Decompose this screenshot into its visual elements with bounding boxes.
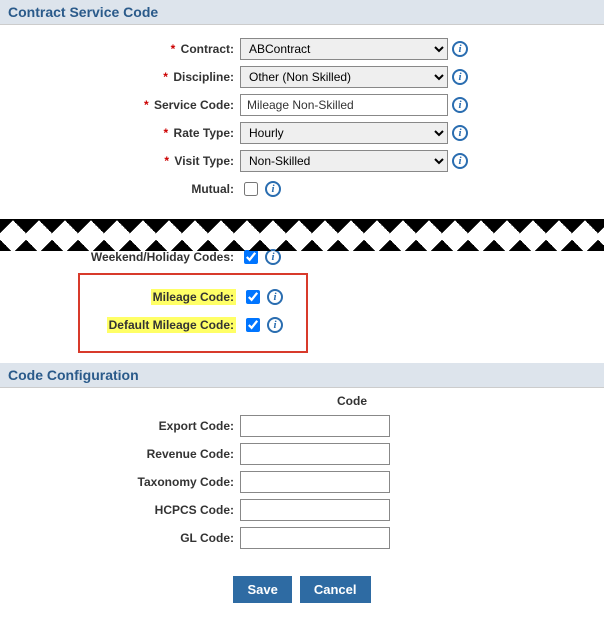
service-code-display: Mileage Non-Skilled	[240, 94, 448, 116]
row-export-code: Export Code:	[0, 414, 604, 438]
label-visit-type: * Visit Type:	[0, 154, 240, 168]
row-discipline: * Discipline: Other (Non Skilled) i	[0, 65, 604, 89]
row-gl-code: GL Code:	[0, 526, 604, 550]
label-export-code: Export Code:	[0, 419, 240, 433]
label-contract: * Contract:	[0, 42, 240, 56]
info-icon[interactable]: i	[452, 97, 468, 113]
info-icon[interactable]: i	[267, 317, 283, 333]
info-icon[interactable]: i	[265, 249, 281, 265]
section-header-contract-service-code: Contract Service Code	[0, 0, 604, 25]
row-service-code: * Service Code: Mileage Non-Skilled i	[0, 93, 604, 117]
contract-select[interactable]: ABContract	[240, 38, 448, 60]
label-revenue-code: Revenue Code:	[0, 447, 240, 461]
row-contract: * Contract: ABContract i	[0, 37, 604, 61]
info-icon[interactable]: i	[452, 41, 468, 57]
label-mileage-code: Mileage Code:	[84, 290, 242, 304]
discipline-select[interactable]: Other (Non Skilled)	[240, 66, 448, 88]
row-rate-type: * Rate Type: Hourly i	[0, 121, 604, 145]
mileage-highlight-box: Mileage Code: i Default Mileage Code: i	[78, 273, 308, 353]
info-icon[interactable]: i	[265, 181, 281, 197]
row-revenue-code: Revenue Code:	[0, 442, 604, 466]
row-mileage-code: Mileage Code: i	[84, 285, 302, 309]
label-mutual: Mutual:	[0, 182, 240, 196]
label-rate-type: * Rate Type:	[0, 126, 240, 140]
contract-service-form: * Contract: ABContract i * Discipline: O…	[0, 25, 604, 213]
info-icon[interactable]: i	[452, 69, 468, 85]
taxonomy-code-input[interactable]	[240, 471, 390, 493]
visit-type-select[interactable]: Non-Skilled	[240, 150, 448, 172]
info-icon[interactable]: i	[452, 125, 468, 141]
label-hcpcs-code: HCPCS Code:	[0, 503, 240, 517]
export-code-input[interactable]	[240, 415, 390, 437]
cancel-button[interactable]: Cancel	[300, 576, 371, 603]
default-mileage-code-checkbox[interactable]	[246, 318, 260, 332]
row-taxonomy-code: Taxonomy Code:	[0, 470, 604, 494]
section-header-code-configuration: Code Configuration	[0, 363, 604, 388]
mileage-code-checkbox[interactable]	[246, 290, 260, 304]
weekend-holiday-checkbox[interactable]	[244, 250, 258, 264]
label-taxonomy-code: Taxonomy Code:	[0, 475, 240, 489]
code-subheader: Code	[100, 388, 604, 410]
rate-type-select[interactable]: Hourly	[240, 122, 448, 144]
info-icon[interactable]: i	[267, 289, 283, 305]
save-button[interactable]: Save	[233, 576, 291, 603]
gl-code-input[interactable]	[240, 527, 390, 549]
button-row: Save Cancel	[0, 562, 604, 621]
label-service-code: * Service Code:	[0, 98, 240, 112]
mutual-checkbox[interactable]	[244, 182, 258, 196]
label-default-mileage-code: Default Mileage Code:	[84, 318, 242, 332]
label-gl-code: GL Code:	[0, 531, 240, 545]
row-visit-type: * Visit Type: Non-Skilled i	[0, 149, 604, 173]
row-mutual: Mutual: i	[0, 177, 604, 201]
hcpcs-code-input[interactable]	[240, 499, 390, 521]
info-icon[interactable]: i	[452, 153, 468, 169]
torn-edge-divider	[0, 219, 604, 251]
row-hcpcs-code: HCPCS Code:	[0, 498, 604, 522]
label-weekend-holiday: Weekend/Holiday Codes:	[0, 250, 240, 264]
revenue-code-input[interactable]	[240, 443, 390, 465]
label-discipline: * Discipline:	[0, 70, 240, 84]
row-default-mileage-code: Default Mileage Code: i	[84, 313, 302, 337]
